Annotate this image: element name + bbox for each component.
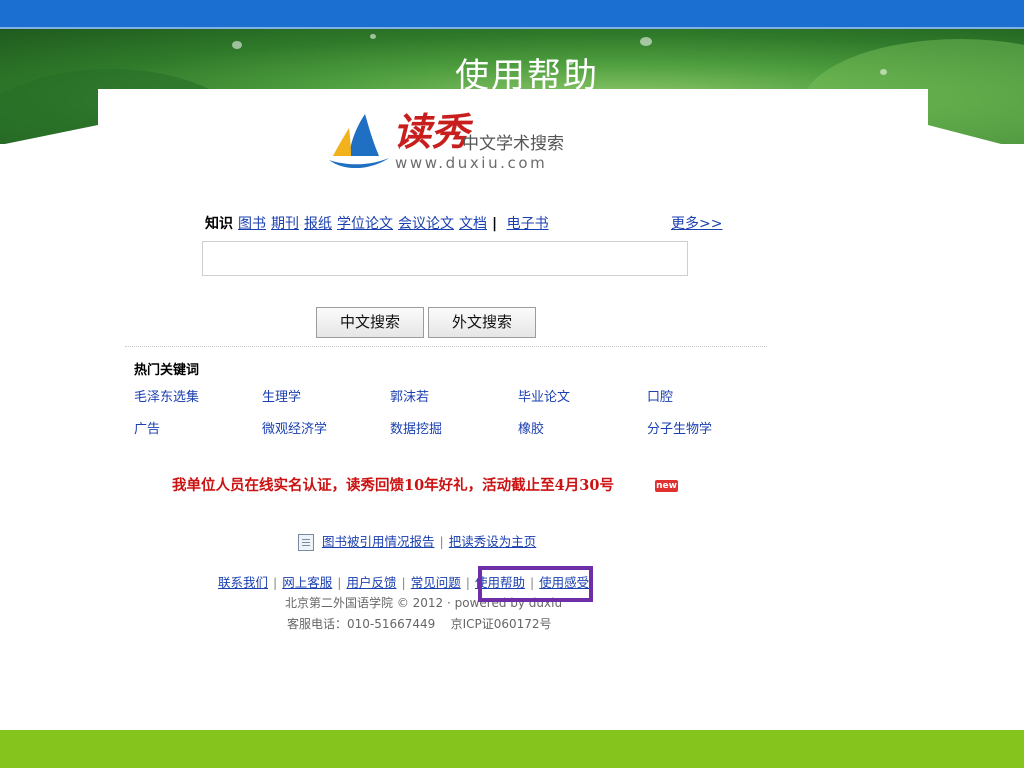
tab-newspapers[interactable]: 报纸 [304,216,332,232]
duxiu-logo: 读秀 中文学术搜索 www.duxiu.com [327,110,587,176]
tab-knowledge[interactable]: 知识 [205,216,233,232]
logo-brand: 读秀 [393,109,470,154]
highlight-box [478,566,593,602]
keyword-link[interactable]: 广告 [134,422,160,438]
logo-subtitle: 中文学术搜索 [462,134,564,154]
more-link[interactable]: 更多>> [671,214,722,234]
tab-separator: | [492,216,498,232]
tab-books[interactable]: 图书 [238,216,266,232]
screenshot-panel [98,89,928,730]
icp-number: 京ICP证060172号 [450,617,552,631]
promo-notice[interactable]: 我单位人员在线实名认证，读秀回馈10年好礼，活动截止至4月30号 [172,476,614,496]
user-feedback-link[interactable]: 用户反馈 [346,575,396,590]
divider [125,346,767,347]
link-separator: | [439,534,444,549]
document-icon [298,534,314,551]
keyword-link[interactable]: 橡胶 [518,422,544,438]
report-links-row: 图书被引用情况报告 | 把读秀设为主页 [298,532,536,552]
foreign-search-button[interactable]: 外文搜索 [428,307,536,338]
keyword-link[interactable]: 数据挖掘 [390,422,442,438]
keyword-link[interactable]: 郭沫若 [390,390,429,406]
new-badge: new [655,480,678,492]
sailboat-logo-icon [329,114,389,169]
online-service-link[interactable]: 网上客服 [282,575,332,590]
tab-documents[interactable]: 文档 [459,216,487,232]
citation-report-link[interactable]: 图书被引用情况报告 [322,534,435,549]
set-homepage-link[interactable]: 把读秀设为主页 [449,534,537,549]
tab-ebooks[interactable]: 电子书 [507,216,549,232]
hot-keywords-title: 热门关键词 [134,363,200,378]
tab-journals[interactable]: 期刊 [271,216,299,232]
water-drop [640,37,652,46]
top-bar [0,0,1024,29]
keyword-link[interactable]: 口腔 [647,390,673,406]
search-input[interactable] [202,241,688,276]
contact-us-link[interactable]: 联系我们 [218,575,268,590]
service-phone: 客服电话：010-51667449 [287,617,436,631]
search-tabs: 知识 图书 期刊 报纸 学位论文 会议论文 文档 | 电子书 [205,214,725,234]
faq-link[interactable]: 常见问题 [411,575,461,590]
keyword-link[interactable]: 微观经济学 [262,422,327,438]
tab-conference-papers[interactable]: 会议论文 [398,216,454,232]
bottom-bar [0,730,1024,768]
keyword-link[interactable]: 毕业论文 [518,390,570,406]
chinese-search-button[interactable]: 中文搜索 [316,307,424,338]
link-separator: | [337,575,342,590]
tab-theses[interactable]: 学位论文 [337,216,393,232]
link-separator: | [465,575,470,590]
keyword-link[interactable]: 毛泽东选集 [134,390,199,406]
link-separator: | [273,575,278,590]
contact-info: 客服电话：010-51667449 京ICP证060172号 [287,616,552,632]
logo-url: www.duxiu.com [395,154,548,172]
keyword-link[interactable]: 分子生物学 [647,422,712,438]
keyword-link[interactable]: 生理学 [262,390,301,406]
water-drop [370,34,376,39]
link-separator: | [401,575,406,590]
